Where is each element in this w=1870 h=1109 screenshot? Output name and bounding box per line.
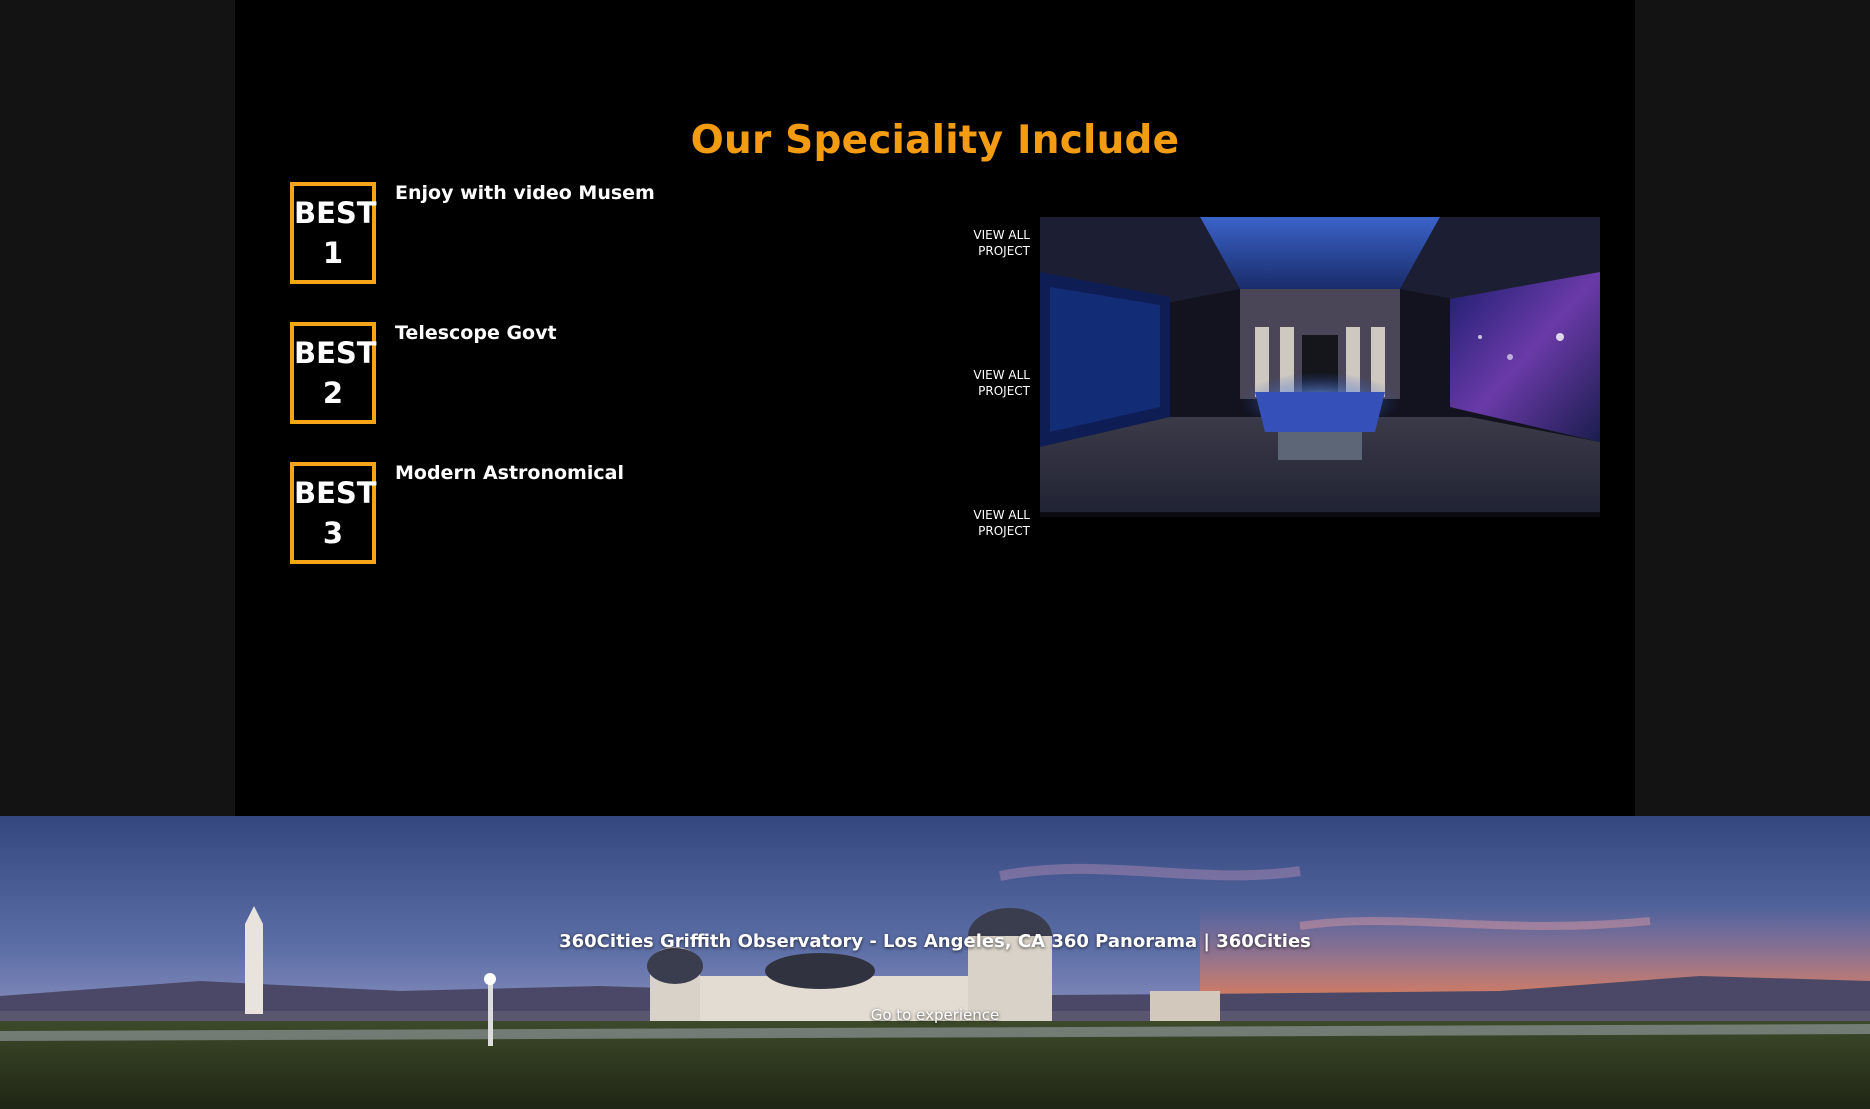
badge-word: BEST [294, 336, 377, 370]
griffith-observatory-panorama [0, 816, 1870, 1109]
best-badge: BEST 1 [290, 182, 377, 284]
section-title: Our Speciality Include [690, 118, 1180, 163]
view-all-line: VIEW ALL [973, 508, 1030, 522]
speciality-item: BEST 2 Telescope Govt VIEW ALL PROJECT [290, 322, 1030, 424]
item-title: Enjoy with video Musem [395, 182, 655, 204]
item-title: Telescope Govt [395, 322, 557, 344]
best-badge: BEST 2 [290, 322, 377, 424]
project-line: PROJECT [978, 524, 1030, 538]
speciality-item: BEST 3 Modern Astronomical VIEW ALL PROJ… [290, 462, 1030, 564]
exhibit-hall-illustration [1040, 217, 1600, 517]
badge-word: BEST [294, 476, 377, 510]
speciality-item: BEST 1 Enjoy with video Musem VIEW ALL P… [290, 182, 1030, 284]
view-all-line: VIEW ALL [973, 368, 1030, 382]
view-all-project-link[interactable]: VIEW ALL PROJECT [950, 227, 1030, 259]
view-all-line: VIEW ALL [973, 228, 1030, 242]
panorama-hero: 360Cities Griffith Observatory - Los Ang… [0, 816, 1870, 1109]
badge-word: BEST [294, 196, 377, 230]
page: Our Speciality Include BEST 1 Enjoy with… [0, 0, 1870, 1109]
hero-title: 360Cities Griffith Observatory - Los Ang… [559, 931, 1311, 952]
observatory-exhibit-image [1040, 217, 1600, 517]
project-line: PROJECT [978, 384, 1030, 398]
badge-number: 2 [322, 376, 344, 410]
view-all-project-link[interactable]: VIEW ALL PROJECT [950, 507, 1030, 539]
badge-number: 1 [322, 236, 344, 270]
item-title: Modern Astronomical [395, 462, 624, 484]
badge-number: 3 [322, 516, 344, 550]
view-all-project-link[interactable]: VIEW ALL PROJECT [950, 367, 1030, 399]
speciality-section: Our Speciality Include BEST 1 Enjoy with… [235, 0, 1635, 816]
project-line: PROJECT [978, 244, 1030, 258]
best-badge: BEST 3 [290, 462, 377, 564]
go-to-experience-link[interactable]: Go to experience [0, 1006, 1870, 1024]
